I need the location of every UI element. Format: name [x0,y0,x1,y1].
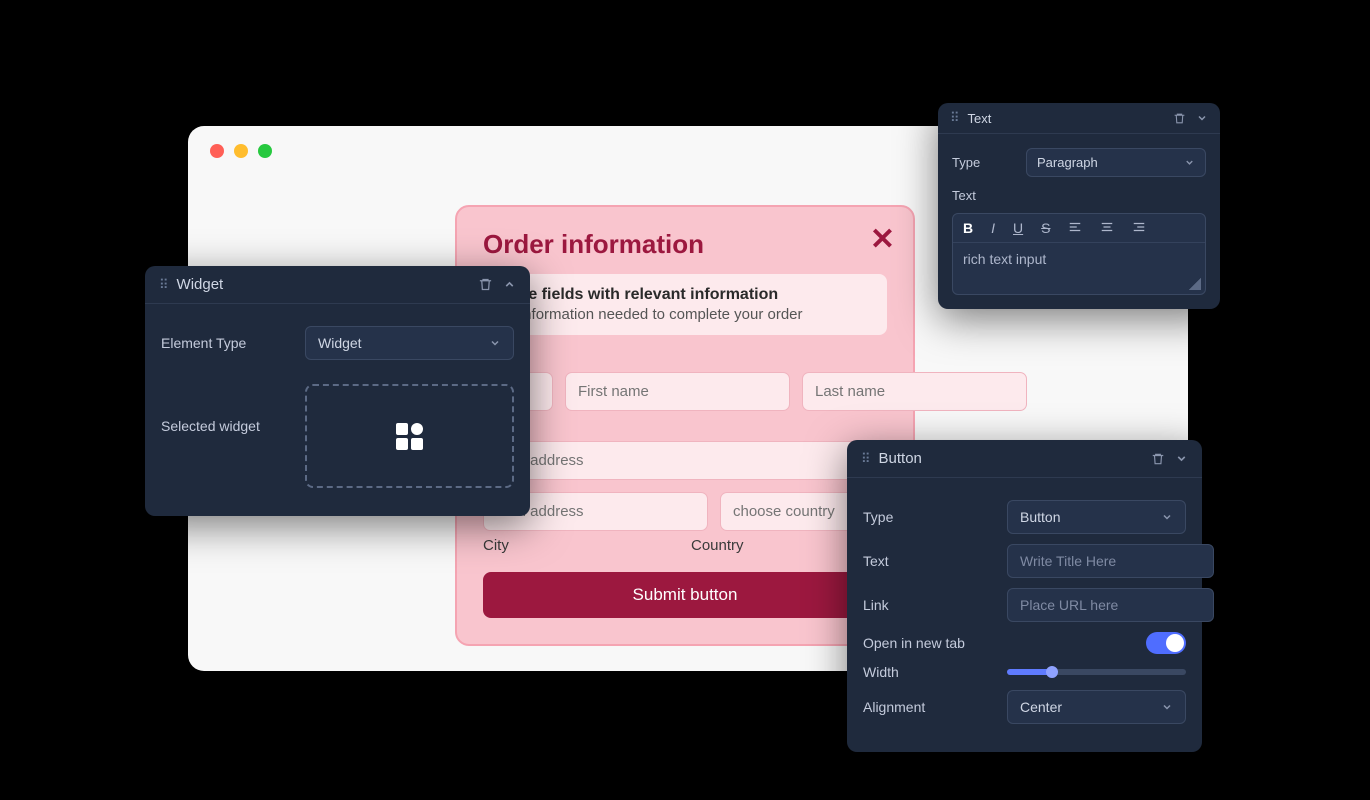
widget-grid-icon [396,423,423,450]
chevron-down-icon [1184,157,1195,168]
width-slider[interactable] [1007,669,1186,675]
button-type-label: Type [863,509,993,525]
form-info-heading: n the fields with relevant information [499,286,871,304]
text-type-value: Paragraph [1037,155,1098,170]
city-label: City [483,537,679,554]
chevron-up-icon[interactable] [503,278,516,291]
trash-icon[interactable] [1173,112,1186,125]
button-text-input[interactable] [1007,544,1214,578]
newtab-toggle[interactable] [1146,632,1186,654]
button-inspector-panel: ⠿ Button Type Button Text [847,440,1202,752]
underline-icon[interactable]: U [1013,220,1023,236]
close-icon[interactable]: ✕ [870,225,895,255]
text-content-label: Text [952,188,976,203]
button-type-select[interactable]: Button [1007,500,1186,534]
alignment-label: Alignment [863,699,993,715]
window-close-icon[interactable] [210,144,224,158]
text-inspector-panel: ⠿ Text Type Paragraph Text B [938,103,1220,309]
panel-title: Text [968,111,992,126]
alignment-select[interactable]: Center [1007,690,1186,724]
chevron-down-icon [489,337,501,349]
rich-text-toolbar: B I U S [953,214,1205,243]
element-type-label: Element Type [161,335,291,351]
text-type-select[interactable]: Paragraph [1026,148,1206,177]
chevron-down-icon[interactable] [1196,112,1208,124]
form-info-subtext: ne information needed to complete your o… [499,306,871,323]
drag-handle-icon[interactable]: ⠿ [950,110,960,126]
align-right-icon[interactable] [1132,220,1146,236]
form-info-box: n the fields with relevant information n… [483,274,887,335]
alignment-value: Center [1020,699,1062,715]
italic-icon[interactable]: I [991,220,995,236]
panel-title: Widget [177,276,224,293]
chevron-down-icon [1161,701,1173,713]
drag-handle-icon[interactable]: ⠿ [159,277,169,293]
button-link-input[interactable] [1007,588,1214,622]
address-line1-input[interactable] [483,441,887,480]
widget-dropzone[interactable] [305,384,514,488]
width-label: Width [863,664,993,680]
trash-icon[interactable] [478,277,493,292]
panel-header[interactable]: ⠿ Text [938,103,1220,134]
button-link-label: Link [863,597,993,613]
strikethrough-icon[interactable]: S [1041,220,1050,236]
align-center-icon[interactable] [1100,220,1114,236]
last-name-input[interactable] [802,372,1027,411]
bold-icon[interactable]: B [963,220,973,236]
element-type-value: Widget [318,335,362,351]
window-maximize-icon[interactable] [258,144,272,158]
drag-handle-icon[interactable]: ⠿ [861,451,871,467]
chevron-down-icon [1161,511,1173,523]
submit-button[interactable]: Submit button [483,572,887,618]
button-type-value: Button [1020,509,1060,525]
text-type-label: Type [952,155,1012,170]
panel-header[interactable]: ⠿ Button [847,440,1202,478]
align-left-icon[interactable] [1068,220,1082,236]
newtab-label: Open in new tab [863,635,1132,651]
traffic-lights [210,144,272,158]
trash-icon[interactable] [1151,452,1165,466]
selected-widget-label: Selected widget [161,418,291,434]
window-minimize-icon[interactable] [234,144,248,158]
rich-text-content: rich text input [963,251,1046,267]
panel-title: Button [879,450,922,467]
first-name-input[interactable] [565,372,790,411]
widget-inspector-panel: ⠿ Widget Element Type Widget Selected wi… [145,266,530,516]
panel-header[interactable]: ⠿ Widget [145,266,530,304]
chevron-down-icon[interactable] [1175,452,1188,465]
resize-grip-icon[interactable] [1189,278,1201,290]
name-field-label: e [483,349,887,366]
element-type-select[interactable]: Widget [305,326,514,360]
form-title: Order information [483,229,887,260]
button-text-label: Text [863,553,993,569]
rich-text-editor[interactable]: B I U S rich text input [952,213,1206,295]
